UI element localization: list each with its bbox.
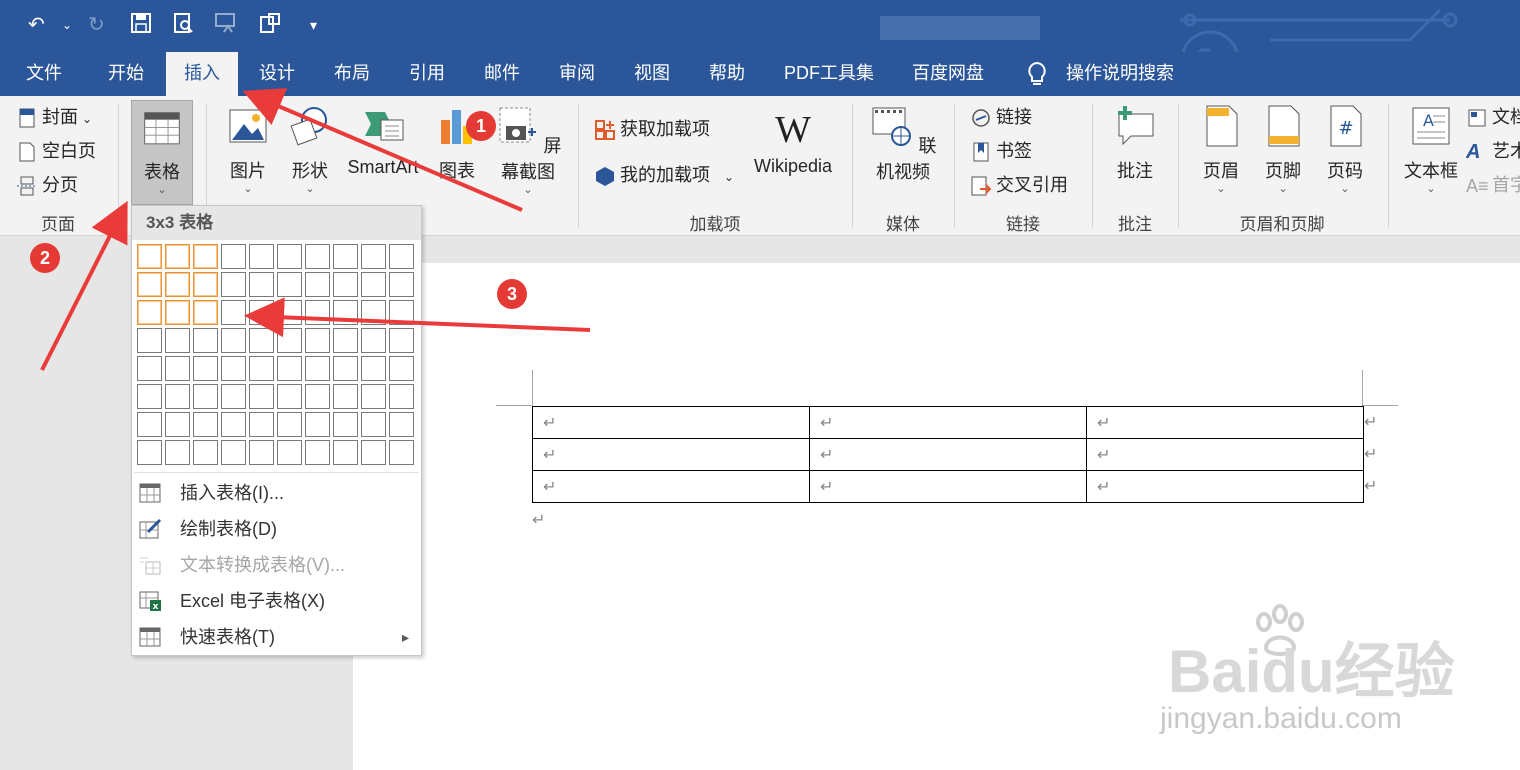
step-marker-2: 2 xyxy=(30,243,60,273)
arrow-to-table-button xyxy=(40,200,128,371)
step-marker-1: 1 xyxy=(466,111,496,141)
step-marker-3: 3 xyxy=(497,279,527,309)
annotation-arrows xyxy=(40,88,591,371)
arrow-to-grid xyxy=(244,297,591,338)
